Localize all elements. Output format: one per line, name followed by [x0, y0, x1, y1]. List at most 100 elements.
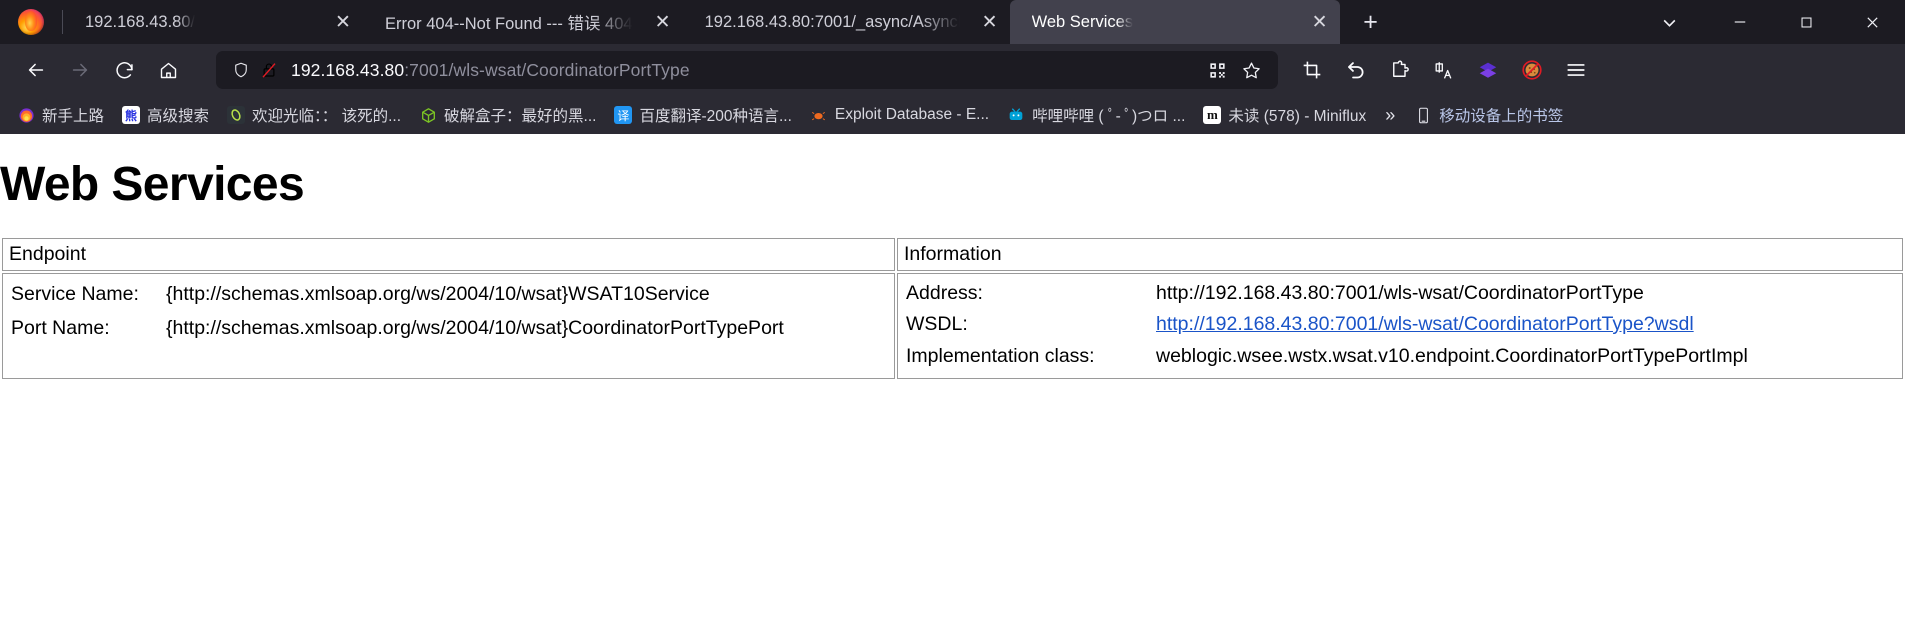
bookmark-label: 百度翻译-200种语言... — [639, 108, 792, 125]
tab-strip-drag-space — [1392, 0, 1631, 44]
undo-close-tab-icon[interactable] — [1334, 52, 1378, 88]
information-cell: Address: http://192.168.43.80:7001/wls-w… — [897, 273, 1903, 379]
bookmark-item-4[interactable]: 译 百度翻译-200种语言... — [605, 100, 800, 130]
baidu-icon: 熊 — [122, 106, 141, 124]
tab-close-icon[interactable]: ✕ — [974, 6, 1006, 38]
bookmark-item-0[interactable]: 新手上路 — [8, 100, 113, 130]
bookmark-item-mobile[interactable]: 移动设备上的书签 — [1405, 100, 1572, 130]
app-menu-hamburger-icon[interactable] — [1554, 52, 1598, 88]
home-button-icon[interactable] — [146, 52, 190, 88]
bookmark-item-7[interactable]: m 未读 (578) - Miniflux — [1194, 100, 1375, 130]
list-all-tabs-icon[interactable] — [1631, 0, 1707, 44]
endpoint-cell: Service Name: {http://schemas.xmlsoap.or… — [2, 273, 895, 379]
service-name-value: {http://schemas.xmlsoap.org/ws/2004/10/w… — [166, 283, 710, 305]
tab-title: Error 404--Not Found --- 错误 404 — [385, 15, 633, 33]
tab-list: 192.168.43.80/ ✕ Error 404--Not Found --… — [63, 0, 1392, 44]
firefox-icon — [17, 106, 35, 124]
bookmark-label: 破解盒子：最好的黑... — [444, 108, 597, 125]
close-icon[interactable] — [1839, 0, 1905, 44]
cookie-blocker-icon[interactable] — [1510, 52, 1554, 88]
forward-button-icon[interactable] — [58, 52, 102, 88]
information-address-row: Address: http://192.168.43.80:7001/wls-w… — [904, 278, 1896, 309]
tab-close-icon[interactable]: ✕ — [327, 6, 359, 38]
endpoint-port-name-row: Port Name: {http://schemas.xmlsoap.org/w… — [9, 312, 888, 346]
qr-code-icon[interactable] — [1200, 54, 1234, 86]
minimize-icon[interactable] — [1707, 0, 1773, 44]
bookmark-label: 移动设备上的书签 — [1439, 108, 1564, 125]
browser-window: 192.168.43.80/ ✕ Error 404--Not Found --… — [0, 0, 1905, 134]
endpoint-service-name-row: Service Name: {http://schemas.xmlsoap.or… — [9, 278, 888, 312]
information-wsdl-row: WSDL: http://192.168.43.80:7001/wls-wsat… — [904, 309, 1896, 340]
layers-diamond-icon[interactable] — [1466, 52, 1510, 88]
mobile-device-icon — [1414, 106, 1432, 124]
information-detail-table: Address: http://192.168.43.80:7001/wls-w… — [904, 278, 1896, 374]
web-services-table: Endpoint Information Service Name: {http… — [0, 236, 1905, 381]
endpoint-detail-table: Service Name: {http://schemas.xmlsoap.or… — [9, 278, 888, 345]
tab-0[interactable]: 192.168.43.80/ ✕ — [63, 0, 363, 44]
tab-title: 192.168.43.80:7001/_async/AsyncResponseS… — [704, 12, 960, 31]
navigation-toolbar: 192.168.43.80:7001/wls-wsat/CoordinatorP… — [0, 44, 1905, 96]
ring-icon — [227, 106, 246, 124]
tab-1[interactable]: Error 404--Not Found --- 错误 404 ✕ — [363, 0, 683, 44]
column-header-information: Information — [897, 238, 1903, 271]
table-row: Service Name: {http://schemas.xmlsoap.or… — [2, 273, 1903, 379]
tab-2[interactable]: 192.168.43.80:7001/_async/AsyncResponseS… — [683, 0, 1010, 44]
tab-title: 192.168.43.80/ — [85, 12, 196, 31]
port-name-label: Port Name: — [11, 316, 110, 339]
bookmark-item-1[interactable]: 熊 高级搜索 — [113, 100, 218, 130]
new-tab-button[interactable]: + — [1350, 0, 1392, 44]
bookmark-star-icon[interactable] — [1234, 54, 1268, 86]
bilibili-icon — [1007, 106, 1025, 124]
back-button-icon[interactable] — [14, 52, 58, 88]
bookmark-item-3[interactable]: 破解盒子：最好的黑... — [410, 100, 605, 130]
extensions-puzzle-icon[interactable] — [1378, 52, 1422, 88]
screenshot-crop-icon[interactable] — [1290, 52, 1334, 88]
toolbar-icon-group — [1290, 52, 1598, 88]
firefox-logo — [0, 0, 62, 44]
bookmarks-toolbar: 新手上路 熊 高级搜索 欢迎光临：： 该死的... 破解盒子：最好的黑... 译… — [0, 96, 1905, 134]
wsdl-label: WSDL: — [906, 313, 968, 335]
bookmark-label: 未读 (578) - Miniflux — [1228, 108, 1367, 125]
table-head: Endpoint Information — [2, 238, 1903, 271]
table-header-row: Endpoint Information — [2, 238, 1903, 271]
bookmark-label: 欢迎光临：： 该死的... — [252, 108, 402, 125]
translate-icon[interactable] — [1422, 52, 1466, 88]
bookmark-item-2[interactable]: 欢迎光临：： 该死的... — [218, 100, 410, 130]
bookmark-label: 高级搜索 — [147, 108, 210, 125]
url-text[interactable]: 192.168.43.80:7001/wls-wsat/CoordinatorP… — [291, 60, 1200, 81]
information-implementation-row: Implementation class: weblogic.wsee.wstx… — [904, 340, 1896, 374]
translate-badge-icon: 译 — [614, 106, 633, 124]
url-host: 192.168.43.80 — [291, 59, 405, 80]
tab-close-icon[interactable]: ✕ — [647, 6, 679, 38]
reload-button-icon[interactable] — [102, 52, 146, 88]
wsdl-link[interactable]: http://192.168.43.80:7001/wls-wsat/Coord… — [1156, 313, 1694, 335]
bookmark-label: 哔哩哔哩 ( ﾟ- ﾟ)つロ ... — [1032, 108, 1186, 125]
bookmark-label: Exploit Database - E... — [834, 106, 990, 123]
address-value: http://192.168.43.80:7001/wls-wsat/Coord… — [1156, 282, 1644, 304]
bookmark-item-6[interactable]: 哔哩哔哩 ( ﾟ- ﾟ)つロ ... — [998, 100, 1194, 130]
tab-close-icon[interactable]: ✕ — [1304, 6, 1336, 38]
tab-title: Web Services — [1031, 12, 1134, 31]
miniflux-icon: m — [1203, 106, 1222, 124]
table-body: Service Name: {http://schemas.xmlsoap.or… — [2, 273, 1903, 379]
implementation-class-label: Implementation class: — [906, 345, 1095, 367]
bookmark-label: 新手上路 — [42, 108, 105, 125]
tracking-protection-shield-icon[interactable] — [232, 61, 250, 79]
exploitdb-icon — [810, 106, 828, 124]
tab-3[interactable]: Web Services ✕ — [1009, 0, 1340, 44]
tab-strip: 192.168.43.80/ ✕ Error 404--Not Found --… — [0, 0, 1905, 44]
bookmarks-overflow-chevron[interactable]: » — [1375, 101, 1405, 130]
firefox-icon — [18, 9, 44, 35]
maximize-icon[interactable] — [1773, 0, 1839, 44]
port-name-value: {http://schemas.xmlsoap.org/ws/2004/10/w… — [166, 316, 784, 339]
bookmark-item-5[interactable]: Exploit Database - E... — [801, 102, 998, 128]
service-name-label: Service Name: — [11, 283, 139, 305]
wsdl-value-cell: http://192.168.43.80:7001/wls-wsat/Coord… — [1154, 309, 1896, 340]
address-label: Address: — [906, 282, 983, 304]
window-controls — [1631, 0, 1905, 44]
page-content: Web Services Endpoint Information Servic… — [0, 157, 1905, 637]
url-bar[interactable]: 192.168.43.80:7001/wls-wsat/CoordinatorP… — [216, 51, 1278, 89]
cube-icon — [419, 106, 437, 124]
insecure-connection-lock-icon[interactable] — [260, 61, 278, 79]
column-header-endpoint: Endpoint — [2, 238, 895, 271]
